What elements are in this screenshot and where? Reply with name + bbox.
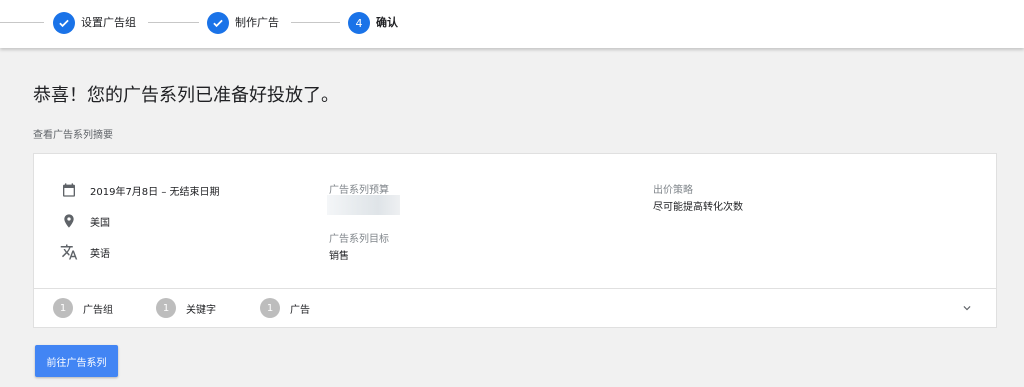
count-label: 广告 (290, 304, 310, 316)
step-number-badge: 4 (348, 12, 370, 34)
chevron-down-icon[interactable] (959, 300, 975, 316)
keyword-count: 1 关键字 (156, 298, 216, 318)
count-badge: 1 (156, 298, 176, 318)
budget-value-redacted (327, 195, 400, 215)
step-complete-check-icon (53, 12, 75, 34)
campaign-summary-card: 2019年7月8日 – 无结束日期 美国 英语 广告系列预算 广告系列目标 销售… (33, 153, 997, 328)
location-row: 美国 (60, 212, 110, 230)
translate-icon (60, 243, 78, 261)
go-to-campaign-button[interactable]: 前往广告系列 (35, 345, 118, 377)
step-connector (291, 22, 340, 23)
count-badge: 1 (260, 298, 280, 318)
step-label-create-ad: 制作广告 (235, 16, 279, 29)
location-text: 美国 (90, 217, 110, 229)
schedule-row: 2019年7月8日 – 无结束日期 (60, 181, 220, 199)
page-title: 恭喜！您的广告系列已准备好投放了。 (33, 85, 339, 106)
bidding-label: 出价策略 (653, 185, 693, 196)
bidding-value: 尽可能提高转化次数 (653, 202, 743, 213)
summary-link[interactable]: 查看广告系列摘要 (33, 126, 113, 141)
language-text: 英语 (90, 248, 110, 260)
ad-group-count: 1 广告组 (53, 298, 113, 318)
language-row: 英语 (60, 243, 110, 261)
step-connector (148, 22, 199, 23)
step-label-confirm: 确认 (376, 16, 398, 29)
calendar-icon (60, 181, 78, 199)
goal-value: 销售 (329, 251, 349, 262)
step-label-ad-group: 设置广告组 (81, 16, 136, 29)
count-badge: 1 (53, 298, 73, 318)
card-divider (34, 288, 996, 289)
stepper: 设置广告组 制作广告 4 确认 (0, 0, 1024, 48)
count-label: 关键字 (186, 304, 216, 316)
goal-label: 广告系列目标 (329, 234, 389, 245)
location-pin-icon (60, 212, 78, 230)
budget-label: 广告系列预算 (329, 185, 389, 196)
count-label: 广告组 (83, 304, 113, 316)
ad-count: 1 广告 (260, 298, 310, 318)
step-complete-check-icon (207, 12, 229, 34)
step-connector (0, 22, 44, 23)
schedule-text: 2019年7月8日 – 无结束日期 (90, 186, 220, 198)
